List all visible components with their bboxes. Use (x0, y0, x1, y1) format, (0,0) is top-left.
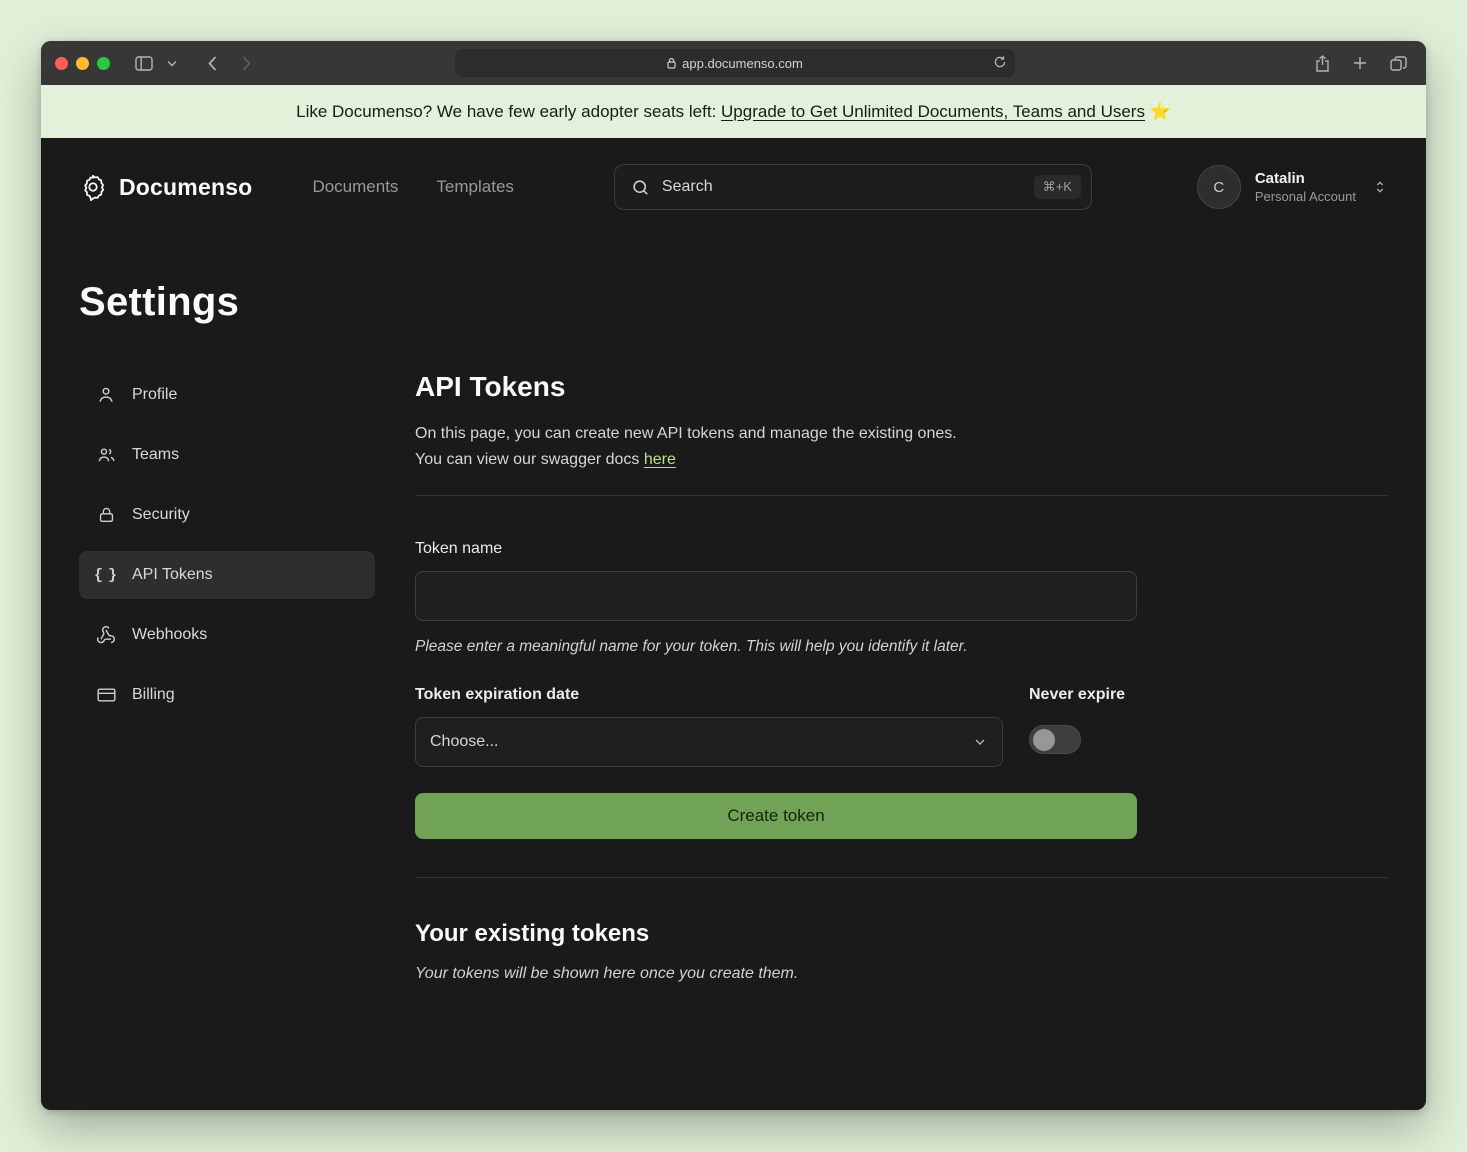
sidebar-toggle-icon[interactable] (130, 50, 158, 76)
braces-icon: { } (95, 567, 117, 584)
settings-sidebar: Profile Teams Security { } API Token (79, 371, 375, 1023)
search-icon (631, 178, 650, 197)
sidebar-item-security[interactable]: Security (79, 491, 375, 539)
nav-documents[interactable]: Documents (312, 177, 398, 197)
nav-templates[interactable]: Templates (436, 177, 513, 197)
sidebar-item-label: Profile (132, 386, 177, 404)
lock-icon (95, 505, 117, 525)
toggle-knob (1033, 729, 1055, 751)
tab-overview-icon[interactable] (1384, 50, 1412, 76)
sidebar-item-billing[interactable]: Billing (79, 671, 375, 719)
panel-description: On this page, you can create new API tok… (415, 421, 1388, 473)
api-tokens-panel: API Tokens On this page, you can create … (415, 371, 1388, 1023)
users-icon (95, 445, 117, 465)
app-header: Documenso Documents Templates Search ⌘+K… (79, 164, 1388, 210)
sidebar-item-label: Security (132, 506, 190, 524)
minimize-window-button[interactable] (76, 57, 89, 70)
token-name-label: Token name (415, 540, 1137, 558)
existing-tokens-heading: Your existing tokens (415, 920, 1388, 948)
never-expire-label: Never expire (1029, 686, 1137, 704)
expiration-select[interactable]: Choose... (415, 717, 1003, 767)
credit-card-icon (95, 685, 117, 705)
share-icon[interactable] (1308, 50, 1336, 76)
divider (415, 877, 1388, 878)
sidebar-item-label: API Tokens (132, 566, 213, 584)
user-icon (95, 385, 117, 405)
chevron-down-icon (972, 734, 988, 750)
back-button[interactable] (198, 50, 226, 76)
search-input[interactable]: Search ⌘+K (614, 164, 1092, 210)
existing-tokens-hint: Your tokens will be shown here once you … (415, 965, 1388, 983)
expiration-selected-value: Choose... (430, 733, 498, 751)
new-tab-icon[interactable] (1346, 50, 1374, 76)
brand-name: Documenso (119, 174, 252, 201)
documenso-logo-icon (79, 173, 107, 201)
divider (415, 495, 1388, 496)
never-expire-toggle[interactable] (1029, 725, 1081, 754)
search-placeholder: Search (662, 178, 713, 196)
brand[interactable]: Documenso (79, 173, 252, 201)
sidebar-chevron-icon[interactable] (164, 50, 180, 76)
account-type: Personal Account (1255, 189, 1356, 204)
sidebar-item-api-tokens[interactable]: { } API Tokens (79, 551, 375, 599)
chevron-up-down-icon (1372, 178, 1388, 196)
expiration-label: Token expiration date (415, 686, 1003, 704)
sidebar-item-webhooks[interactable]: Webhooks (79, 611, 375, 659)
sidebar-item-label: Webhooks (132, 626, 207, 644)
zoom-window-button[interactable] (97, 57, 110, 70)
window-controls (55, 57, 110, 70)
browser-toolbar: app.documenso.com (41, 41, 1426, 85)
account-menu[interactable]: C Catalin Personal Account (1197, 165, 1388, 209)
swagger-docs-link[interactable]: here (644, 451, 676, 468)
create-token-button[interactable]: Create token (415, 793, 1137, 839)
banner-text: Like Documenso? We have few early adopte… (296, 102, 721, 121)
page-title: Settings (79, 280, 1388, 325)
token-name-hint: Please enter a meaningful name for your … (415, 638, 1137, 656)
token-name-input[interactable] (415, 571, 1137, 621)
url-text: app.documenso.com (682, 56, 803, 71)
avatar: C (1197, 165, 1241, 209)
panel-heading: API Tokens (415, 371, 1388, 403)
browser-window: app.documenso.com Like Documenso? We hav… (41, 41, 1426, 1110)
sidebar-item-label: Billing (132, 686, 175, 704)
refresh-icon[interactable] (993, 55, 1007, 69)
promo-banner: Like Documenso? We have few early adopte… (41, 85, 1426, 138)
sidebar-item-teams[interactable]: Teams (79, 431, 375, 479)
app-content: Documenso Documents Templates Search ⌘+K… (41, 138, 1426, 1110)
sidebar-item-profile[interactable]: Profile (79, 371, 375, 419)
address-bar[interactable]: app.documenso.com (455, 49, 1015, 77)
sidebar-item-label: Teams (132, 446, 179, 464)
star-icon: ⭐ (1150, 102, 1171, 121)
account-name: Catalin (1255, 170, 1356, 187)
close-window-button[interactable] (55, 57, 68, 70)
lock-icon (667, 57, 676, 69)
banner-upgrade-link[interactable]: Upgrade to Get Unlimited Documents, Team… (721, 102, 1145, 121)
webhook-icon (95, 625, 117, 645)
search-shortcut: ⌘+K (1034, 175, 1081, 199)
forward-button[interactable] (232, 50, 260, 76)
main-nav: Documents Templates (312, 177, 513, 197)
